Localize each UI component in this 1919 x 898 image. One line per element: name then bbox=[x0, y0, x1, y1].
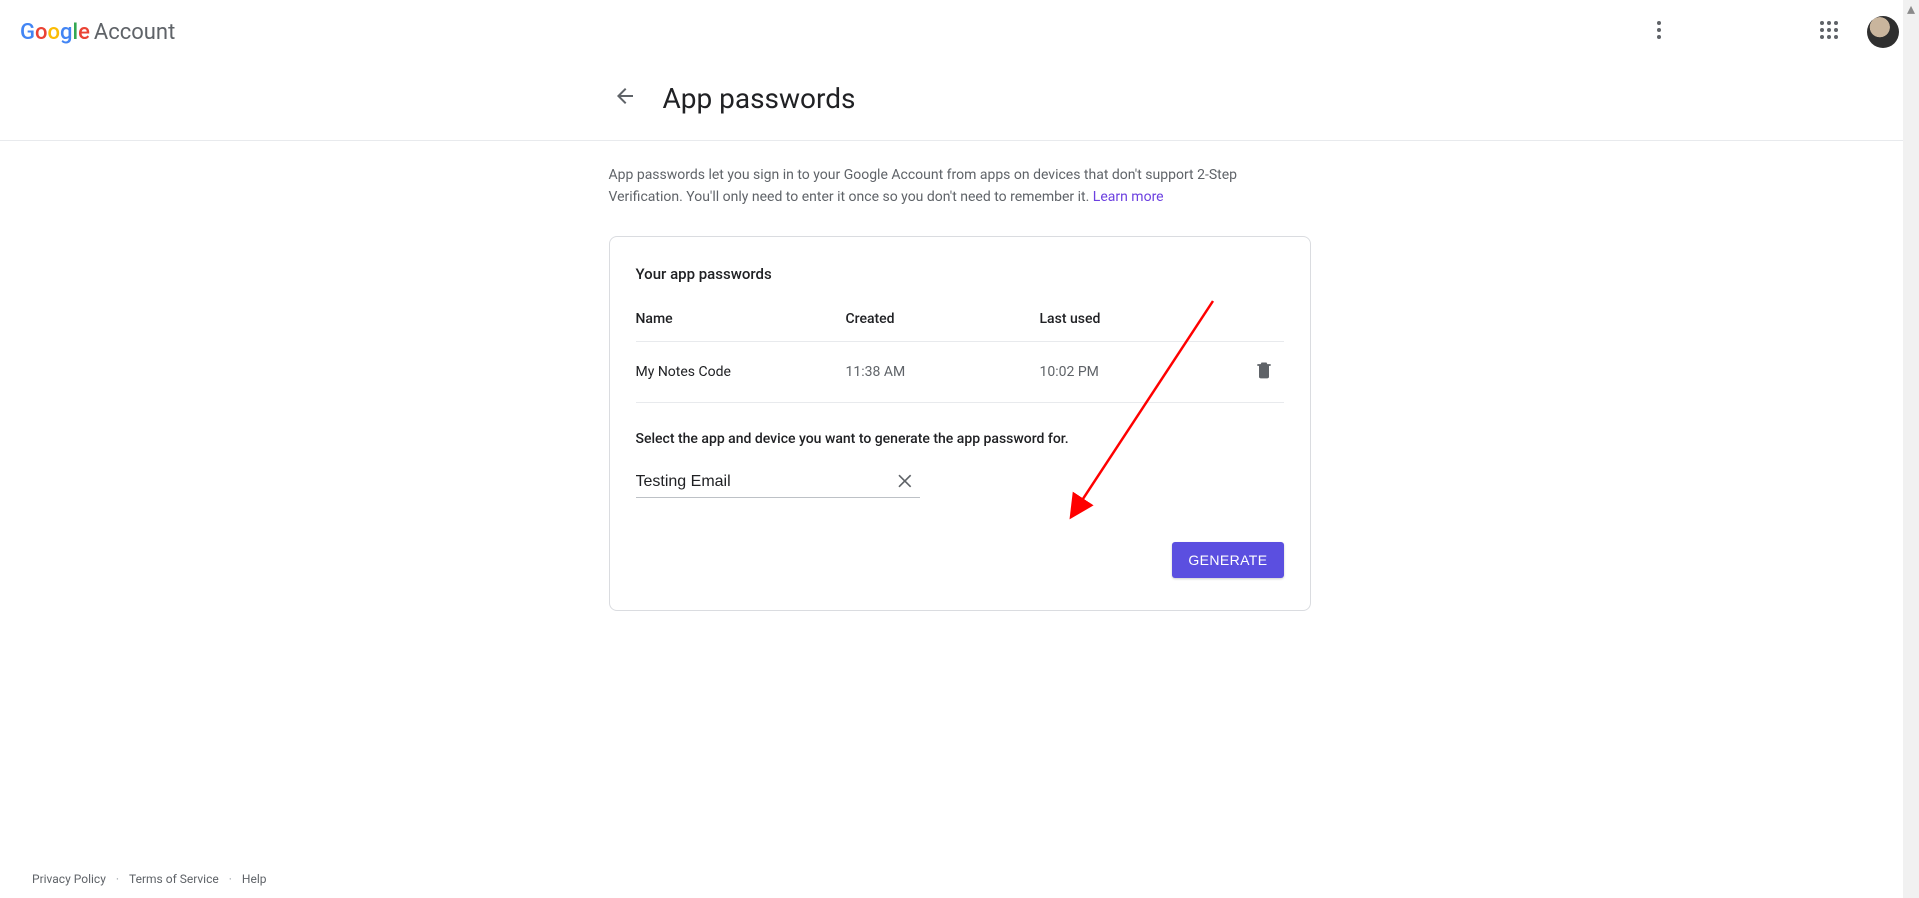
more-options-button[interactable] bbox=[1639, 12, 1679, 52]
intro-text: App passwords let you sign in to your Go… bbox=[609, 165, 1311, 208]
table-row: My Notes Code 11:38 AM 10:02 PM bbox=[636, 342, 1284, 403]
app-passwords-card: Your app passwords Name Created Last use… bbox=[609, 236, 1311, 611]
col-created: Created bbox=[846, 311, 1040, 327]
arrow-back-icon bbox=[613, 84, 637, 112]
generate-button[interactable]: GENERATE bbox=[1172, 542, 1283, 578]
content-column: App passwords let you sign in to your Go… bbox=[609, 141, 1311, 611]
col-name: Name bbox=[636, 311, 846, 327]
delete-button[interactable] bbox=[1254, 360, 1284, 384]
google-apps-button[interactable] bbox=[1809, 12, 1849, 52]
privacy-link[interactable]: Privacy Policy bbox=[32, 872, 106, 886]
custom-name-input[interactable] bbox=[636, 467, 920, 498]
account-label: Account bbox=[94, 20, 175, 45]
card-actions: GENERATE bbox=[636, 542, 1284, 578]
topbar: Google Account bbox=[0, 0, 1919, 64]
card-section-title: Your app passwords bbox=[636, 265, 1284, 283]
account-avatar[interactable] bbox=[1867, 16, 1899, 48]
footer: Privacy Policy · Terms of Service · Help bbox=[0, 872, 298, 886]
help-link[interactable]: Help bbox=[242, 872, 267, 886]
terms-link[interactable]: Terms of Service bbox=[129, 872, 219, 886]
select-instructions: Select the app and device you want to ge… bbox=[636, 431, 1284, 447]
table-header: Name Created Last used bbox=[636, 311, 1284, 342]
row-lastused: 10:02 PM bbox=[1040, 364, 1234, 380]
scrollbar[interactable]: ▴ bbox=[1903, 0, 1919, 898]
google-account-logo[interactable]: Google Account bbox=[20, 20, 175, 45]
back-button[interactable] bbox=[605, 78, 645, 118]
page-title-row: App passwords bbox=[609, 64, 1311, 140]
page-title: App passwords bbox=[663, 82, 856, 115]
close-icon bbox=[896, 471, 916, 495]
col-lastused: Last used bbox=[1040, 311, 1234, 327]
row-created: 11:38 AM bbox=[846, 364, 1040, 380]
more-vert-icon bbox=[1647, 18, 1671, 46]
custom-name-row bbox=[636, 467, 1284, 498]
clear-input-button[interactable] bbox=[894, 471, 918, 495]
trash-icon bbox=[1254, 368, 1274, 384]
learn-more-link[interactable]: Learn more bbox=[1093, 189, 1164, 205]
scrollbar-up-icon: ▴ bbox=[1903, 0, 1919, 16]
apps-grid-icon bbox=[1817, 18, 1841, 46]
row-name: My Notes Code bbox=[636, 364, 846, 380]
